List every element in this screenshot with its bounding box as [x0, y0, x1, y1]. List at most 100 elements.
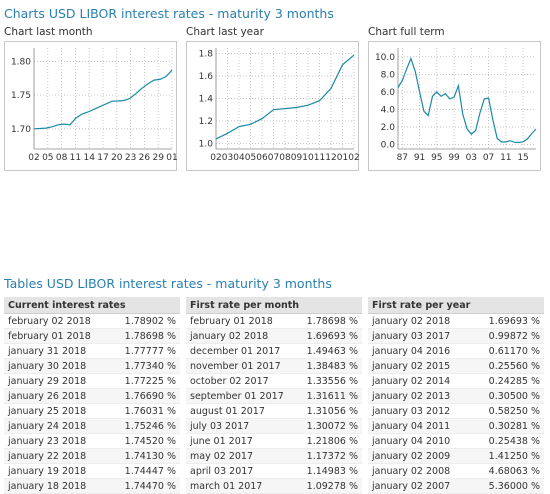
- table-row: january 25 2018 1.76031 %: [4, 403, 180, 419]
- table-row: september 01 2017 1.31611 %: [186, 388, 362, 404]
- x-tick-label: 91: [414, 153, 425, 163]
- x-tick-label: 03: [466, 153, 477, 163]
- rate-cell: 1.78698 %: [290, 313, 362, 329]
- date-cell: january 02 2015: [368, 358, 472, 374]
- x-tick-label: 15: [517, 153, 528, 163]
- table-row: january 02 2013 0.30500 %: [368, 388, 545, 404]
- y-tick-label: 1.6: [199, 72, 214, 82]
- rate-cell: 1.49463 %: [290, 343, 362, 359]
- rate-cell: 1.74130 %: [108, 448, 180, 464]
- rate-cell: 1.76690 %: [108, 388, 180, 404]
- table-row: january 30 2018 1.77340 %: [4, 358, 180, 374]
- date-cell: january 04 2016: [368, 343, 472, 359]
- date-cell: february 01 2018: [186, 313, 290, 329]
- rate-cell: 1.69693 %: [472, 313, 545, 329]
- x-tick-label: 95: [431, 153, 442, 163]
- chart-title: Chart full term: [368, 26, 445, 38]
- chart-last-month: Chart last month 1.70 1.75 1.80 02 05 08 11 14 1…: [4, 25, 177, 171]
- date-cell: january 02 2014: [368, 373, 472, 389]
- y-tick-label: 1.0: [199, 139, 214, 149]
- table-row: january 02 2008 4.68063 %: [368, 463, 545, 479]
- table-row: february 01 2018 1.78698 %: [4, 328, 180, 344]
- y-tick-label: 2.0: [381, 123, 396, 133]
- x-tick-label: 23: [125, 153, 136, 163]
- y-tick-label: 6.0: [381, 88, 396, 98]
- rate-cell: 0.99872 %: [472, 328, 545, 344]
- rate-cell: 1.77777 %: [108, 343, 180, 359]
- date-cell: june 01 2017: [186, 433, 290, 449]
- x-tick-label: 07: [268, 153, 279, 163]
- x-tick-label: 11: [314, 153, 325, 163]
- date-cell: april 03 2017: [186, 463, 290, 479]
- x-tick-label: 09: [291, 153, 303, 163]
- rate-cell: 1.41250 %: [472, 448, 545, 464]
- chart-last-year-plot[interactable]: 1.01.21.41.61.802 03 04 05 06 07 08 09 10 11 12 01 0…: [186, 41, 359, 171]
- table-row: february 01 2018 1.78698 %: [186, 313, 362, 329]
- table-row: january 26 2018 1.76690 %: [4, 388, 180, 404]
- rate-cell: 1.78902 %: [108, 313, 180, 329]
- rate-cell: 0.30281 %: [472, 418, 545, 434]
- rate-cell: 1.78698 %: [108, 328, 180, 344]
- y-tick-label: 0.0: [381, 141, 396, 151]
- y-tick-label: 8.0: [381, 70, 396, 80]
- rate-cell: 0.25560 %: [472, 358, 545, 374]
- date-cell: january 04 2010: [368, 433, 472, 449]
- x-tick-label: 06: [256, 153, 268, 163]
- date-cell: december 01 2017: [186, 343, 290, 359]
- tables-heading: Tables USD LIBOR interest rates - maturi…: [4, 276, 332, 291]
- rate-cell: 0.30500 %: [472, 388, 545, 404]
- x-tick-label: 87: [397, 153, 408, 163]
- date-cell: november 01 2017: [186, 358, 290, 374]
- date-cell: january 02 2009: [368, 448, 472, 464]
- rate-cell: 1.74470 %: [108, 478, 180, 494]
- first-rate-per-year-table: First rate per year january 02 2018 1.696…: [368, 297, 545, 494]
- rate-cell: 1.09278 %: [290, 478, 362, 494]
- date-cell: september 01 2017: [186, 388, 290, 404]
- table-row: january 03 2012 0.58250 %: [368, 403, 545, 419]
- charts-heading: Charts USD LIBOR interest rates - maturi…: [4, 6, 334, 21]
- chart-full-term-plot[interactable]: 0.0 2.0 4.0 6.0 8.0 10.0 87 91 95 99 03 07 11 15: [368, 41, 541, 171]
- table-row: january 02 2007 5.36000 %: [368, 478, 545, 494]
- date-cell: january 30 2018: [4, 358, 108, 374]
- table-header: Current interest rates: [4, 297, 180, 314]
- chart-last-month-plot[interactable]: 1.70 1.75 1.80 02 05 08 11 14 17 20 23 26 29 01: [4, 41, 177, 171]
- rate-cell: 1.77340 %: [108, 358, 180, 374]
- x-tick-label: 20: [111, 153, 123, 163]
- x-tick-label: 99: [448, 153, 460, 163]
- y-tick-label: 10.0: [375, 53, 395, 63]
- rate-cell: 0.61170 %: [472, 343, 545, 359]
- date-cell: january 03 2017: [368, 328, 472, 344]
- rate-cell: 1.33556 %: [290, 373, 362, 389]
- rate-cell: 1.30072 %: [290, 418, 362, 434]
- date-cell: january 25 2018: [4, 403, 108, 419]
- date-cell: january 02 2008: [368, 463, 472, 479]
- x-tick-label: 04: [233, 153, 245, 163]
- table-row: january 04 2016 0.61170 %: [368, 343, 545, 359]
- rate-cell: 1.38483 %: [290, 358, 362, 374]
- chart-title: Chart last year: [186, 26, 264, 38]
- date-cell: january 23 2018: [4, 433, 108, 449]
- date-cell: january 18 2018: [4, 478, 108, 494]
- table-header: First rate per month: [186, 297, 362, 314]
- x-tick-label: 12: [325, 153, 336, 163]
- date-cell: january 03 2012: [368, 403, 472, 419]
- chart-last-year: Chart last year 1.0 1.2 1.4 1.6 1.8 02 03 04 05 0…: [186, 25, 359, 171]
- date-cell: february 02 2018: [4, 313, 108, 329]
- x-tick-label: 14: [83, 153, 95, 163]
- x-tick-label: 29: [152, 153, 164, 163]
- rate-cell: 1.31611 %: [290, 388, 362, 404]
- x-tick-label: 08: [279, 153, 291, 163]
- x-tick-label: 02: [210, 153, 221, 163]
- y-tick-label: 1.2: [199, 117, 213, 127]
- rate-cell: 1.14983 %: [290, 463, 362, 479]
- table-row: january 02 2018 1.69693 %: [186, 328, 362, 344]
- table-row: january 03 2017 0.99872 %: [368, 328, 545, 344]
- x-tick-label: 08: [56, 153, 68, 163]
- rate-cell: 1.77225 %: [108, 373, 180, 389]
- rate-cell: 1.76031 %: [108, 403, 180, 419]
- table-row: march 01 2017 1.09278 %: [186, 478, 362, 494]
- table-row: january 02 2018 1.69693 %: [368, 313, 545, 329]
- table-row: april 03 2017 1.14983 %: [186, 463, 362, 479]
- y-tick-label: 4.0: [381, 105, 396, 115]
- rate-cell: 1.69693 %: [290, 328, 362, 344]
